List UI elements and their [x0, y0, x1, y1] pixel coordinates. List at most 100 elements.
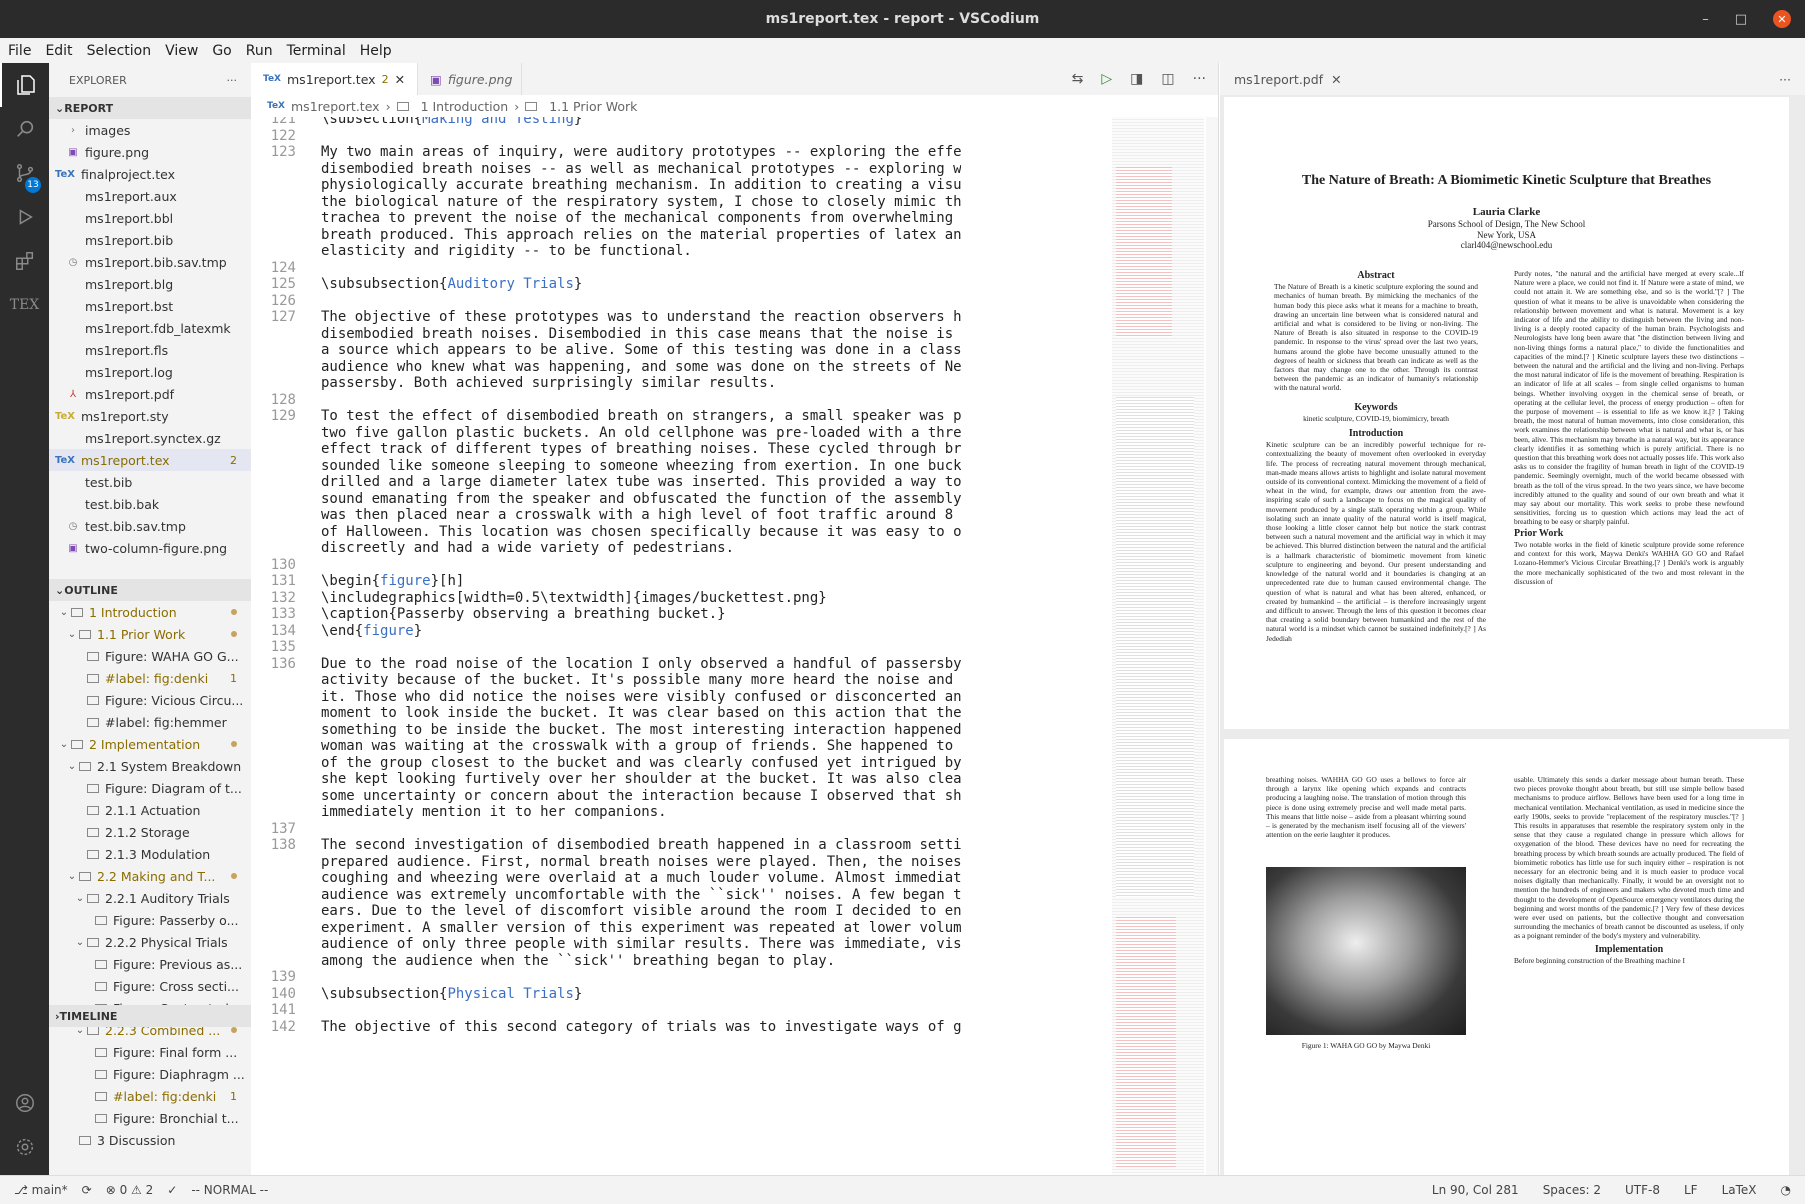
minimap[interactable] [1112, 117, 1204, 1175]
chevron-down-icon[interactable]: ⌄ [73, 937, 87, 948]
outline-item[interactable]: 3 Discussion [49, 1129, 251, 1151]
file-item[interactable]: TeX ms1report.tex 2 [49, 449, 251, 471]
menu-terminal[interactable]: Terminal [287, 43, 346, 59]
run-debug-icon[interactable] [0, 195, 49, 239]
check-icon[interactable]: ✓ [167, 1183, 177, 1197]
tab-ms1report-tex[interactable]: TeX ms1report.tex 2 ✕ [251, 63, 419, 95]
search-icon[interactable] [0, 107, 49, 151]
outline-item[interactable]: Figure: Diagram of t... [49, 777, 251, 799]
outline-item[interactable]: ⌄ 2.2 Making and T... [49, 865, 251, 887]
cursor-position[interactable]: Ln 90, Col 281 [1432, 1183, 1519, 1197]
file-item[interactable]: ⅄ ms1report.pdf [49, 383, 251, 405]
split-editor-icon[interactable]: ◫ [1161, 71, 1174, 87]
branch-indicator[interactable]: ⎇ main* [14, 1183, 68, 1197]
chevron-down-icon[interactable]: ⌄ [57, 607, 71, 618]
tab-close-icon[interactable]: ✕ [1331, 72, 1341, 87]
file-item[interactable]: ms1report.fdb_latexmk [49, 317, 251, 339]
outline-item[interactable]: Figure: Cross secti... [49, 975, 251, 997]
menu-help[interactable]: Help [360, 43, 392, 59]
vertical-scrollbar[interactable] [1206, 117, 1218, 1175]
file-item[interactable]: ms1report.synctex.gz [49, 427, 251, 449]
file-item[interactable]: ms1report.bst [49, 295, 251, 317]
file-item[interactable]: TeX finalproject.tex [49, 163, 251, 185]
file-item[interactable]: ◷ ms1report.bib.sav.tmp [49, 251, 251, 273]
run-icon[interactable]: ▷ [1101, 71, 1112, 87]
outline-item[interactable]: #label: fig:denki 1 [49, 667, 251, 689]
tab-ms1report-pdf[interactable]: ms1report.pdf [1234, 72, 1323, 87]
file-item[interactable]: test.bib.bak [49, 493, 251, 515]
explorer-icon[interactable] [0, 63, 49, 107]
file-item[interactable]: ms1report.blg [49, 273, 251, 295]
problems-indicator[interactable]: ⊗ 0 ⚠ 2 [106, 1183, 154, 1197]
more-actions-icon[interactable]: ··· [1779, 72, 1791, 87]
file-item[interactable]: ▣ two-column-figure.png [49, 537, 251, 559]
breadcrumb-subsection[interactable]: 1.1 Prior Work [549, 99, 637, 114]
outline-item[interactable]: #label: fig:hemmer [49, 711, 251, 733]
language-mode[interactable]: LaTeX [1722, 1183, 1757, 1197]
outline-item[interactable]: ⌄ 1.1 Prior Work [49, 623, 251, 645]
file-item[interactable]: ◷ test.bib.sav.tmp [49, 515, 251, 537]
file-item[interactable]: ms1report.log [49, 361, 251, 383]
tab-close-icon[interactable]: ✕ [395, 72, 405, 87]
encoding[interactable]: UTF-8 [1625, 1183, 1660, 1197]
menu-file[interactable]: File [8, 43, 31, 59]
outline-item[interactable]: Figure: Vicious Circu... [49, 689, 251, 711]
chevron-down-icon[interactable]: ⌄ [57, 739, 71, 750]
outline-item[interactable]: Figure: Previous as... [49, 953, 251, 975]
menu-view[interactable]: View [165, 43, 198, 59]
outline-item[interactable]: Figure: WAHA GO G... [49, 645, 251, 667]
file-item[interactable]: test.bib [49, 471, 251, 493]
chevron-down-icon[interactable]: ⌄ [65, 629, 79, 640]
preview-icon[interactable]: ◨ [1130, 71, 1143, 87]
outline-item[interactable]: Figure: Diaphragm ... [49, 1063, 251, 1085]
file-item[interactable]: ms1report.aux [49, 185, 251, 207]
sync-icon[interactable]: ⟳ [82, 1183, 92, 1197]
menu-go[interactable]: Go [212, 43, 231, 59]
explorer-more-icon[interactable]: ··· [227, 74, 238, 87]
menu-run[interactable]: Run [246, 43, 273, 59]
chevron-down-icon[interactable]: ⌄ [65, 871, 79, 882]
outline-item[interactable]: ⌄ 1 Introduction [49, 601, 251, 623]
file-item[interactable]: ms1report.fls [49, 339, 251, 361]
close-window-button[interactable]: ✕ [1773, 10, 1791, 28]
open-changes-icon[interactable]: ⇆ [1072, 71, 1084, 87]
breadcrumb-section[interactable]: 1 Introduction [421, 99, 509, 114]
project-section[interactable]: ⌄ REPORT [49, 97, 251, 119]
outline-section[interactable]: ⌄ OUTLINE [49, 579, 251, 601]
settings-gear-icon[interactable] [0, 1125, 49, 1169]
outline-item[interactable]: 2.1.1 Actuation [49, 799, 251, 821]
breadcrumb-file[interactable]: ms1report.tex [291, 99, 380, 114]
outline-item[interactable]: ⌄ 2 Implementation [49, 733, 251, 755]
source-control-icon[interactable]: 13 [0, 151, 49, 195]
outline-item[interactable]: ⌄ 2.2.2 Physical Trials [49, 931, 251, 953]
chevron-down-icon[interactable]: ⌄ [73, 893, 87, 904]
file-item[interactable]: TeX ms1report.sty [49, 405, 251, 427]
indentation[interactable]: Spaces: 2 [1543, 1183, 1601, 1197]
menu-edit[interactable]: Edit [45, 43, 72, 59]
file-item[interactable]: ms1report.bib [49, 229, 251, 251]
file-item[interactable]: › images [49, 119, 251, 141]
outline-item[interactable]: #label: fig:denki 1 [49, 1085, 251, 1107]
menu-selection[interactable]: Selection [87, 43, 152, 59]
code-area[interactable]: 121 \subsection{Making and Testing} 122 123… [251, 117, 961, 1175]
outline-item[interactable]: Figure: Final form ... [49, 1041, 251, 1063]
minimize-button[interactable]: – [1702, 12, 1709, 27]
file-item[interactable]: ▣ figure.png [49, 141, 251, 163]
maximize-button[interactable]: □ [1735, 12, 1747, 27]
outline-item[interactable]: Figure: Bronchial t... [49, 1107, 251, 1129]
file-item[interactable]: ms1report.bbl [49, 207, 251, 229]
notifications-bell-icon[interactable]: ◔ [1781, 1183, 1791, 1197]
outline-item[interactable]: 2.1.2 Storage [49, 821, 251, 843]
more-actions-icon[interactable]: ··· [1193, 71, 1206, 87]
outline-item[interactable]: ⌄ 2.1 System Breakdown [49, 755, 251, 777]
tex-icon[interactable]: TEX [0, 283, 49, 327]
account-icon[interactable] [0, 1081, 49, 1125]
outline-item[interactable]: ⌄ 2.2.1 Auditory Trials [49, 887, 251, 909]
tab-figure-png[interactable]: ▣ figure.png [418, 63, 523, 95]
outline-item[interactable]: Figure: Passerby o... [49, 909, 251, 931]
outline-item[interactable]: 2.1.3 Modulation [49, 843, 251, 865]
extensions-icon[interactable] [0, 239, 49, 283]
timeline-section[interactable]: › TIMELINE [49, 1005, 251, 1027]
line-ending[interactable]: LF [1684, 1183, 1698, 1197]
chevron-down-icon[interactable]: ⌄ [65, 761, 79, 772]
